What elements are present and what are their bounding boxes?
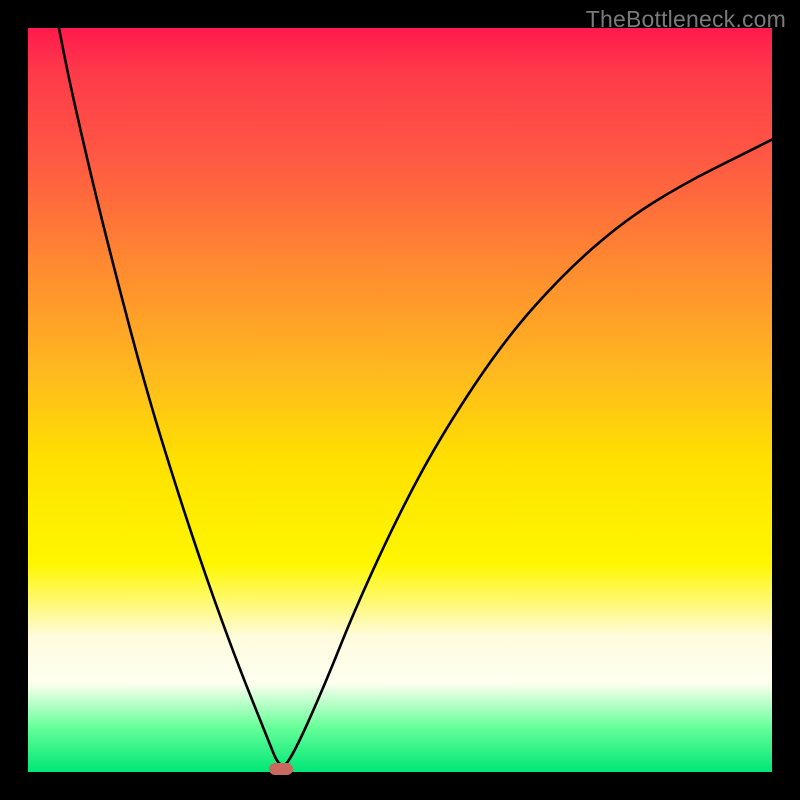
bottleneck-curve — [28, 28, 772, 772]
chart-frame: TheBottleneck.com — [0, 0, 800, 800]
optimal-point-marker — [269, 763, 293, 775]
plot-area — [28, 28, 772, 772]
curve-path — [28, 0, 772, 765]
